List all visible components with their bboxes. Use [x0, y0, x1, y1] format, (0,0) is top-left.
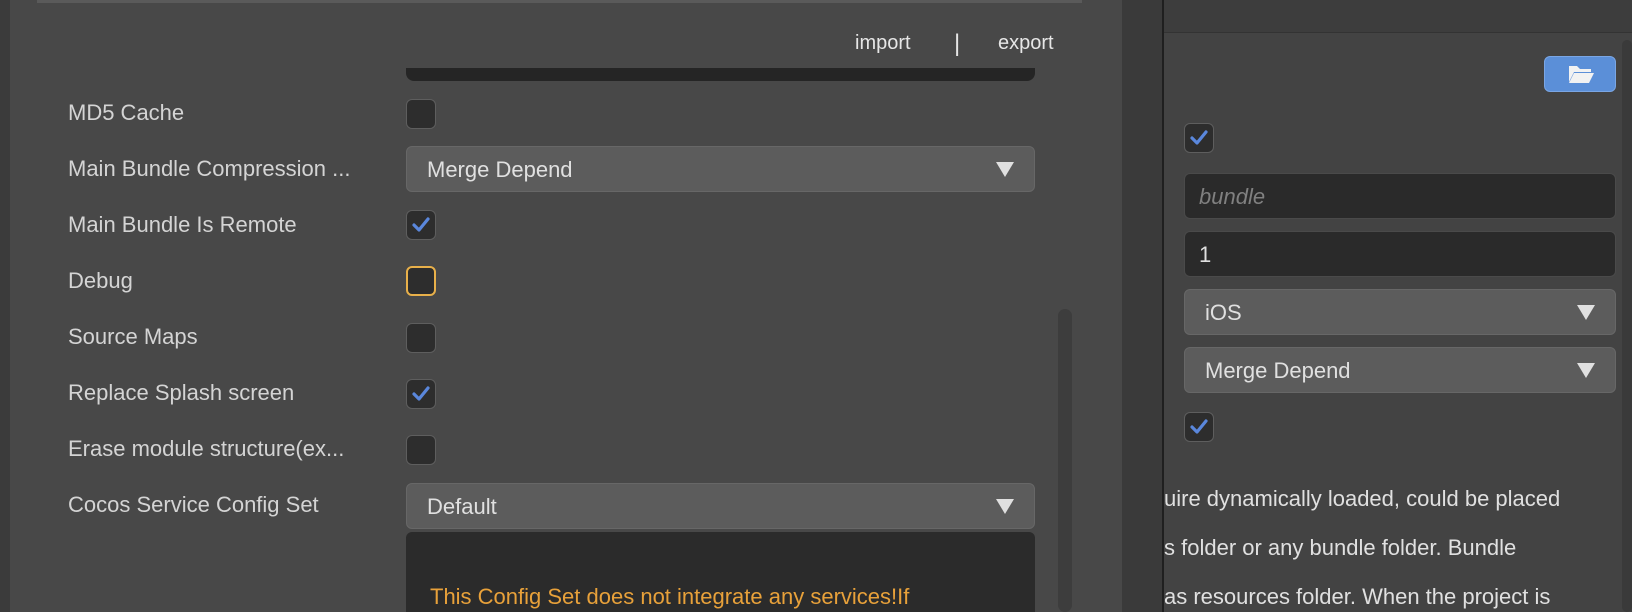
source-maps-checkbox[interactable]	[406, 323, 436, 353]
cocos-service-config-set-label: Cocos Service Config Set	[68, 492, 319, 517]
panel-gap	[1122, 0, 1162, 612]
select-value: Default	[427, 494, 497, 519]
export-link[interactable]: export	[998, 32, 1054, 55]
priority-value: 1	[1199, 242, 1212, 267]
description-line-2: s folder or any bundle folder. Bundle	[1164, 535, 1517, 560]
right-checkbox-2[interactable]	[1184, 412, 1214, 442]
replace-splash-screen-label: Replace Splash screen	[68, 380, 295, 405]
checkmark-icon	[1190, 419, 1208, 434]
select-value: Merge Depend	[1205, 358, 1351, 383]
previous-field	[406, 68, 1035, 81]
debug-checkbox[interactable]	[406, 266, 436, 296]
settings-scrollbar[interactable]	[1058, 309, 1072, 612]
main-bundle-compression-select[interactable]: Merge Depend	[406, 146, 1035, 192]
right-panel-scrollbar[interactable]	[1622, 40, 1632, 612]
select-value: Merge Depend	[427, 157, 573, 182]
main-bundle-is-remote-label: Main Bundle Is Remote	[68, 212, 297, 237]
description-line-3: as resources folder. When the project is	[1164, 584, 1551, 609]
dropdown-arrow-icon	[1577, 305, 1595, 320]
md5-cache-checkbox[interactable]	[406, 99, 436, 129]
description-line-1: uire dynamically loaded, could be placed	[1164, 486, 1561, 511]
main-bundle-is-remote-checkbox[interactable]	[406, 210, 436, 240]
cocos-service-config-set-select[interactable]: Default	[406, 483, 1035, 529]
priority-input[interactable]: 1	[1184, 231, 1616, 277]
dropdown-arrow-icon	[996, 499, 1014, 514]
compression-type-select[interactable]: Merge Depend	[1184, 347, 1616, 393]
erase-module-structure-checkbox[interactable]	[406, 435, 436, 465]
checkmark-icon	[412, 386, 430, 401]
bundle-name-input[interactable]: bundle	[1184, 173, 1616, 219]
select-value: iOS	[1205, 300, 1242, 325]
import-link[interactable]: import	[855, 32, 911, 55]
checkmark-icon	[1190, 130, 1208, 145]
right-panel-header	[1164, 0, 1632, 33]
open-folder-button[interactable]	[1544, 56, 1616, 92]
checkmark-icon	[412, 217, 430, 232]
debug-label: Debug	[68, 268, 133, 293]
right-checkbox-1[interactable]	[1184, 123, 1214, 153]
erase-module-structure-label: Erase module structure(ex...	[68, 436, 345, 461]
source-maps-label: Source Maps	[68, 324, 198, 349]
md5-cache-label: MD5 Cache	[68, 100, 185, 125]
toolbar-separator: |	[954, 30, 960, 60]
no-services-warning: This Config Set does not integrate any s…	[430, 584, 910, 609]
dropdown-arrow-icon	[1577, 363, 1595, 378]
platform-select[interactable]: iOS	[1184, 289, 1616, 335]
replace-splash-screen-checkbox[interactable]	[406, 379, 436, 409]
main-bundle-compression-label: Main Bundle Compression ...	[68, 156, 351, 181]
bundle-name-placeholder: bundle	[1199, 184, 1266, 209]
panel-top-border	[37, 0, 1082, 3]
dropdown-arrow-icon	[996, 162, 1014, 177]
folder-open-icon	[1569, 66, 1594, 83]
